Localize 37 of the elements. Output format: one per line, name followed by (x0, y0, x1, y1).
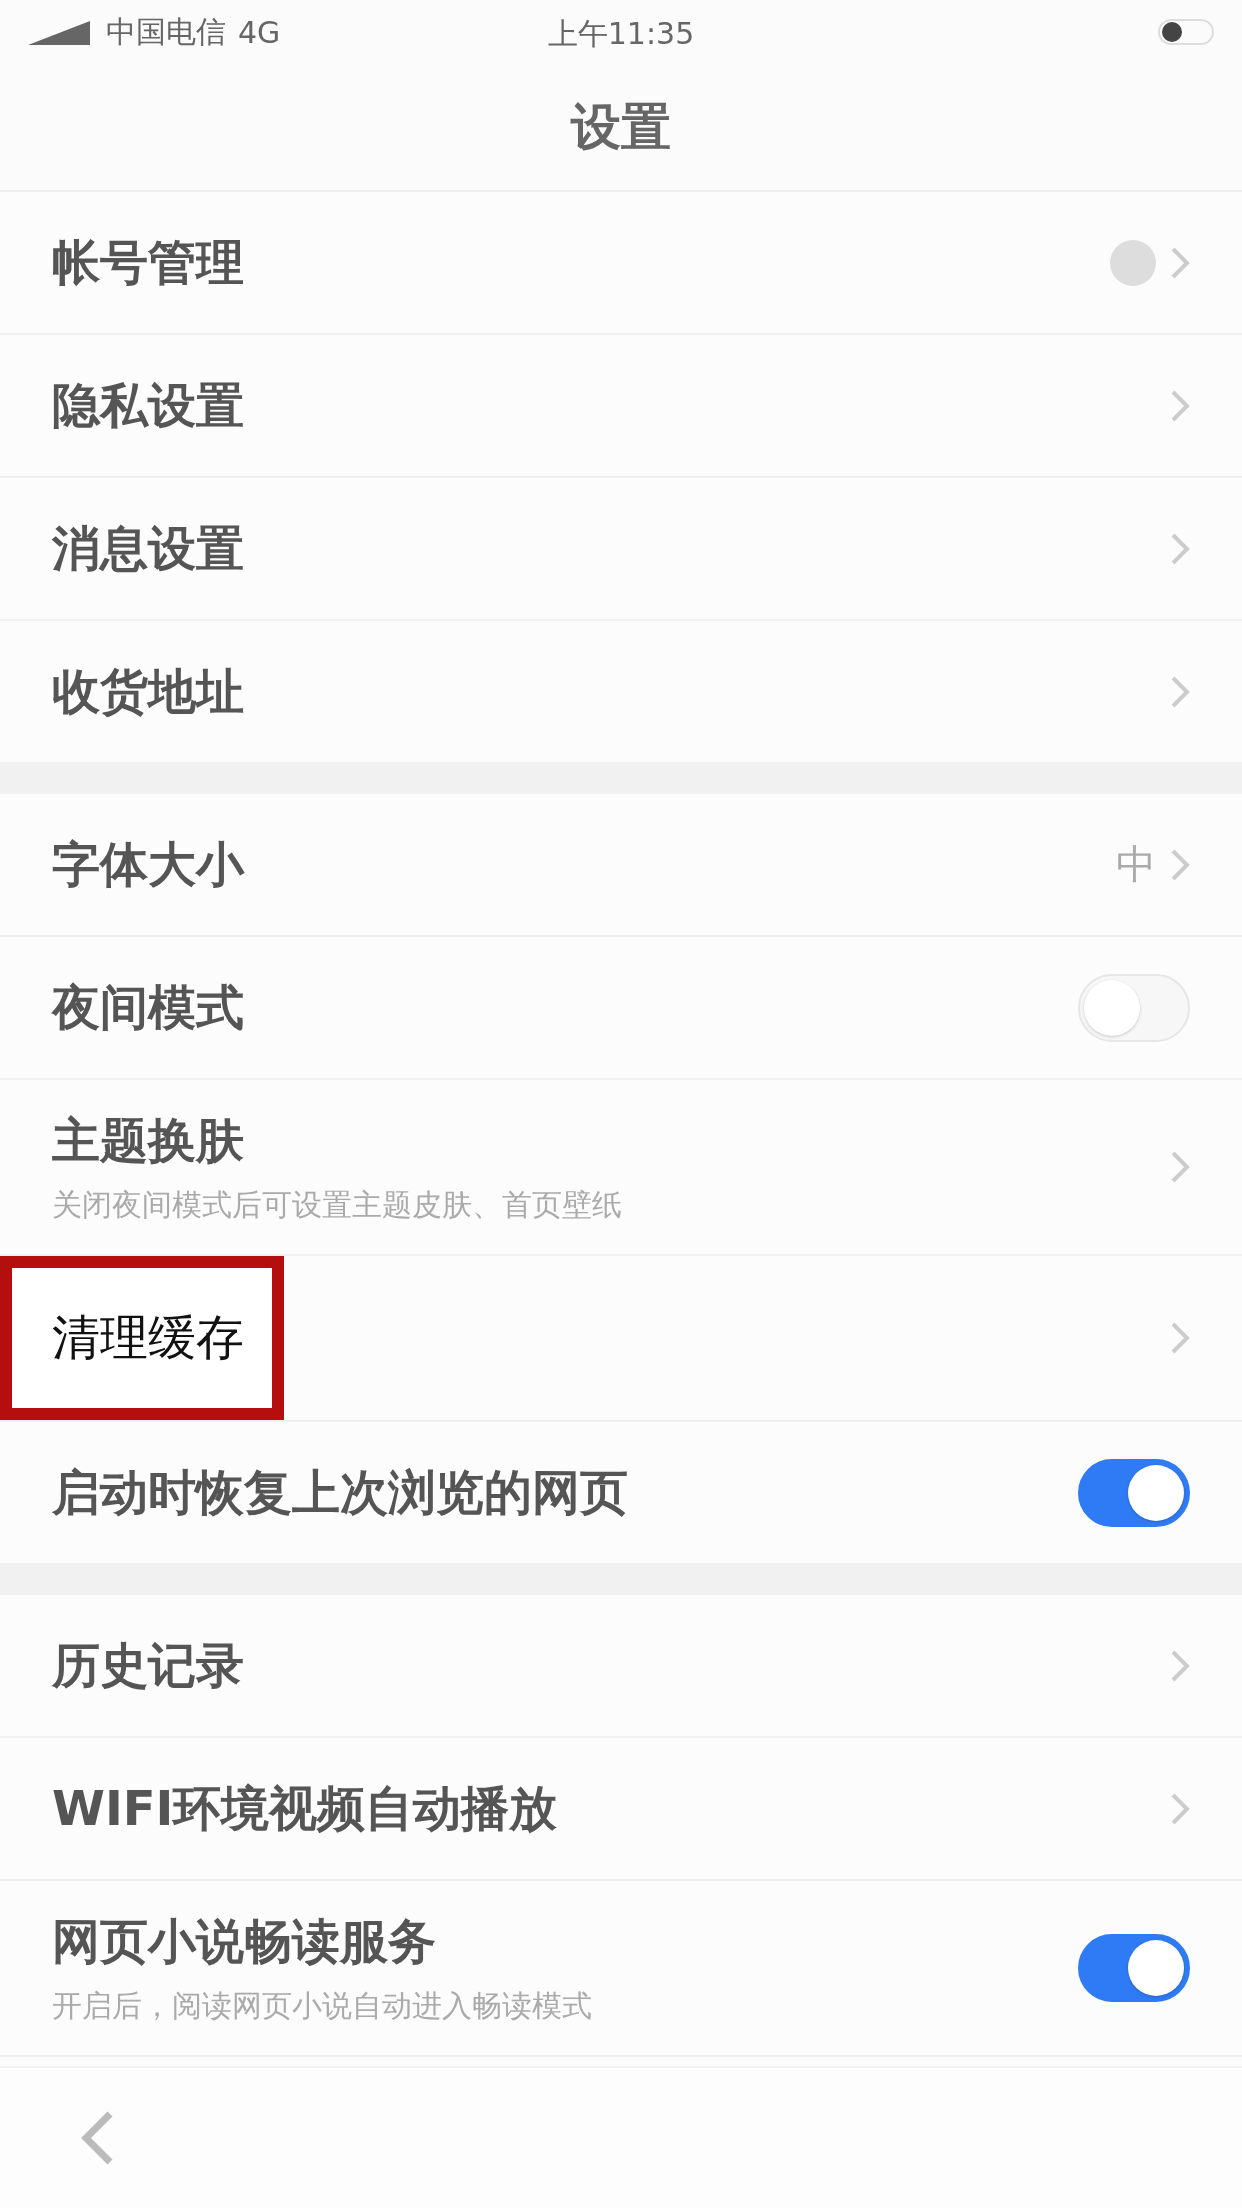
row-label: WIFI环境视频自动播放 (52, 1778, 558, 1838)
network-text: 4G (238, 14, 281, 50)
chevron-icon (1170, 1791, 1190, 1826)
row-value: 中 (1116, 840, 1156, 889)
carrier-text: 中国电信 (106, 12, 226, 51)
row-label: 历史记录 (52, 1635, 244, 1695)
settings-row[interactable]: 隐私设置 (0, 335, 1242, 478)
settings-row[interactable]: 清理缓存 (0, 1256, 1242, 1422)
chevron-icon (1170, 1321, 1190, 1355)
highlighted-label: 清理缓存 (0, 1256, 284, 1420)
chevron-icon (1170, 1648, 1190, 1683)
chevron-icon (1170, 847, 1190, 882)
row-label: 帐号管理 (52, 232, 244, 292)
page-title: 设置 (571, 96, 671, 158)
chevron-icon (1170, 1150, 1190, 1184)
chevron-icon (1170, 674, 1190, 709)
settings-row[interactable]: 消息设置 (0, 478, 1242, 621)
settings-row[interactable]: WIFI环境视频自动播放 (0, 1738, 1242, 1881)
chevron-icon (1170, 245, 1190, 280)
settings-row[interactable]: 网页小说畅读服务 开启后，阅读网页小说自动进入畅读模式 (0, 1881, 1242, 2057)
row-label: 隐私设置 (52, 375, 244, 435)
settings-row[interactable]: 夜间模式 (0, 937, 1242, 1080)
row-label: 收货地址 (52, 661, 244, 721)
status-time: 上午11:35 (547, 16, 695, 51)
row-label: 网页小说畅读服务 (52, 1911, 436, 1971)
row-label: 字体大小 (52, 834, 244, 894)
settings-row[interactable]: 帐号管理 (0, 192, 1242, 335)
row-label: 主题换肤 (52, 1110, 244, 1170)
settings-row[interactable]: 历史记录 (0, 1595, 1242, 1738)
row-subtitle: 开启后，阅读网页小说自动进入畅读模式 (52, 1986, 592, 2025)
chevron-icon (1170, 531, 1190, 566)
row-label: 启动时恢复上次浏览的网页 (52, 1462, 628, 1522)
row-subtitle: 关闭夜间模式后可设置主题皮肤、首页壁纸 (52, 1185, 622, 1224)
row-label: 夜间模式 (52, 977, 244, 1037)
row-label: 消息设置 (52, 518, 244, 578)
settings-row[interactable]: 字体大小 中 (0, 794, 1242, 937)
chevron-icon (1170, 388, 1190, 423)
